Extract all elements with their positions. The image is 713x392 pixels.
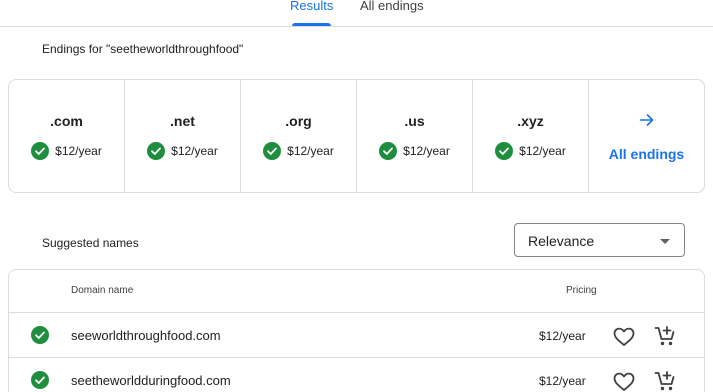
available-check-icon: [263, 141, 282, 160]
ending-price: $12/year: [519, 143, 566, 158]
heart-icon[interactable]: [613, 327, 635, 347]
ending-us[interactable]: .us $12/year: [357, 80, 473, 192]
ending-xyz[interactable]: .xyz $12/year: [473, 80, 589, 192]
available-check-icon: [31, 141, 50, 160]
tab-results[interactable]: Results: [290, 0, 333, 26]
ending-tld: .xyz: [517, 112, 544, 129]
ending-com[interactable]: .com $12/year: [9, 80, 125, 192]
available-check-icon: [31, 326, 49, 344]
available-check-icon: [495, 141, 514, 160]
ending-tld: .org: [285, 112, 312, 129]
results-table: Domain name Pricing seeworldthroughfood.…: [8, 269, 705, 392]
sort-selected-value: Relevance: [528, 233, 595, 249]
sort-select[interactable]: Relevance: [514, 223, 685, 257]
all-endings-label: All endings: [608, 145, 685, 162]
table-row: seeworldthroughfood.com $12/year: [9, 313, 704, 358]
arrow-right-icon: [638, 111, 656, 134]
available-check-icon: [379, 141, 398, 160]
ending-tld: .us: [404, 112, 425, 129]
ending-price: $12/year: [171, 143, 218, 158]
ending-price: $12/year: [403, 143, 450, 158]
domain-price: $12/year: [539, 329, 586, 343]
ending-price-line: $12/year: [495, 141, 566, 160]
ending-price: $12/year: [287, 143, 334, 158]
available-check-icon: [147, 141, 166, 160]
results-tabs: Results All endings: [0, 0, 713, 27]
ending-tld: .net: [170, 112, 195, 129]
domain-name: seetheworldduringfood.com: [71, 373, 231, 388]
results-table-header: Domain name Pricing: [9, 270, 704, 313]
ending-price-line: $12/year: [263, 141, 334, 160]
column-header-domain: Domain name: [71, 285, 134, 296]
suggested-names-heading: Suggested names: [42, 236, 139, 250]
ending-price-line: $12/year: [147, 141, 218, 160]
heart-icon[interactable]: [613, 372, 635, 392]
add-to-cart-icon[interactable]: [654, 370, 676, 392]
ending-price: $12/year: [55, 143, 102, 158]
tab-results-label: Results: [290, 0, 334, 13]
dropdown-caret-icon: [660, 239, 670, 244]
available-check-icon: [31, 371, 49, 389]
table-row: seetheworldduringfood.com $12/year: [9, 358, 704, 392]
ending-price-line: $12/year: [31, 141, 102, 160]
ending-net[interactable]: .net $12/year: [125, 80, 241, 192]
tab-all-endings[interactable]: All endings: [360, 0, 424, 26]
endings-heading: Endings for "seetheworldthroughfood": [42, 42, 244, 56]
active-tab-indicator: [292, 23, 332, 26]
domain-name: seeworldthroughfood.com: [71, 328, 221, 343]
column-header-pricing: Pricing: [566, 285, 597, 296]
domain-price: $12/year: [539, 374, 586, 388]
ending-price-line: $12/year: [379, 141, 450, 160]
add-to-cart-icon[interactable]: [654, 325, 676, 347]
endings-card: .com $12/year .net $12/year .org $12/yea…: [8, 79, 705, 193]
all-endings-link[interactable]: All endings: [589, 80, 704, 192]
ending-org[interactable]: .org $12/year: [241, 80, 357, 192]
ending-tld: .com: [50, 112, 83, 129]
tab-all-endings-label: All endings: [360, 0, 424, 13]
